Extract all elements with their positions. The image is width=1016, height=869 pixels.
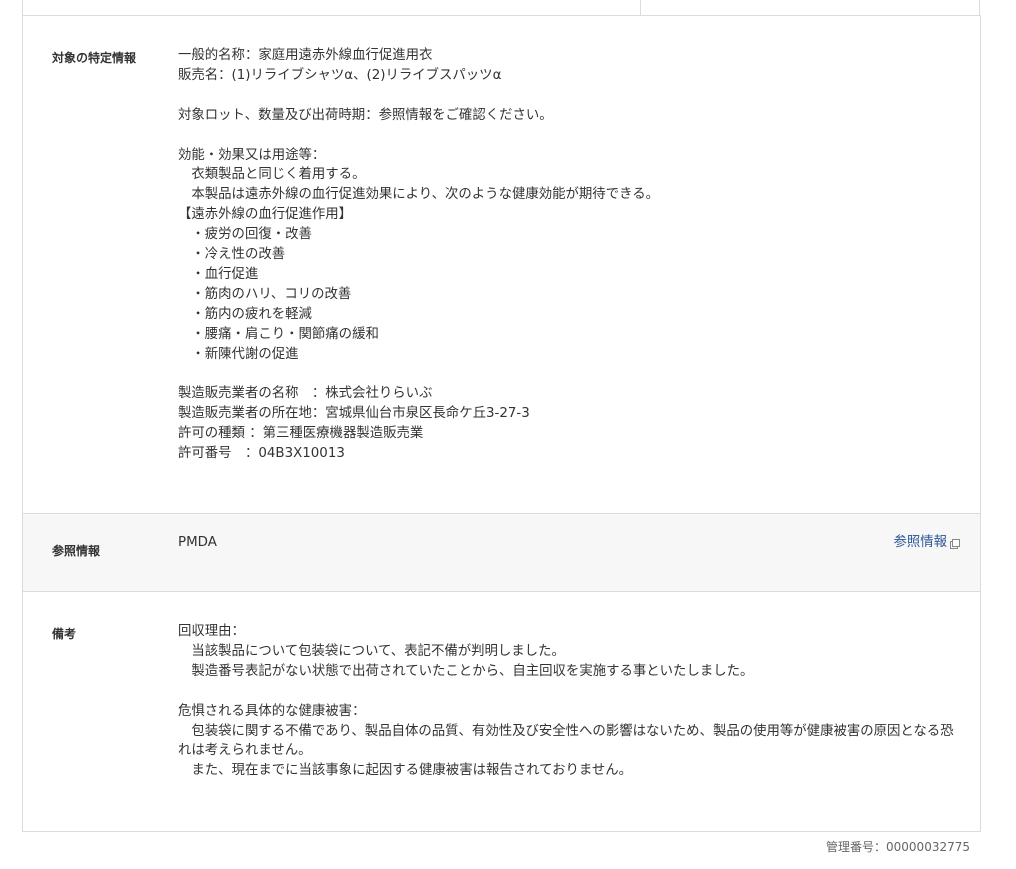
detail-table: 対象の特定情報 一般的名称：家庭用遠赤外線血行促進用衣 販売名：(1)リライブシ… bbox=[22, 15, 981, 832]
column-divider bbox=[640, 0, 641, 15]
row-remarks: 備考 回収理由： 当該製品について包装袋について、表記不備が判明しました。 製造… bbox=[23, 592, 980, 831]
reference-link-label: 参照情報 bbox=[893, 535, 947, 550]
external-link-icon bbox=[950, 539, 960, 550]
row-target-info: 対象の特定情報 一般的名称：家庭用遠赤外線血行促進用衣 販売名：(1)リライブシ… bbox=[23, 16, 980, 514]
remarks-text: 回収理由： 当該製品について包装袋について、表記不備が判明しました。 製造番号表… bbox=[178, 624, 954, 779]
row-label-remarks: 備考 bbox=[52, 627, 77, 641]
reference-info-link[interactable]: 参照情報 bbox=[893, 533, 960, 553]
previous-row-fragment bbox=[22, 0, 980, 15]
target-info-text: 一般的名称：家庭用遠赤外線血行促進用衣 販売名：(1)リライブシャツα、(2)リ… bbox=[178, 48, 659, 462]
row-reference-info: 参照情報 PMDA 参照情報 bbox=[23, 514, 980, 592]
reference-source-text: PMDA bbox=[178, 535, 217, 550]
row-label-target-info: 対象の特定情報 bbox=[52, 51, 137, 65]
row-label-reference-info: 参照情報 bbox=[52, 544, 101, 558]
recall-detail-page: 対象の特定情報 一般的名称：家庭用遠赤外線血行促進用衣 販売名：(1)リライブシ… bbox=[0, 0, 1016, 869]
management-number: 管理番号：00000032775 bbox=[826, 840, 970, 854]
